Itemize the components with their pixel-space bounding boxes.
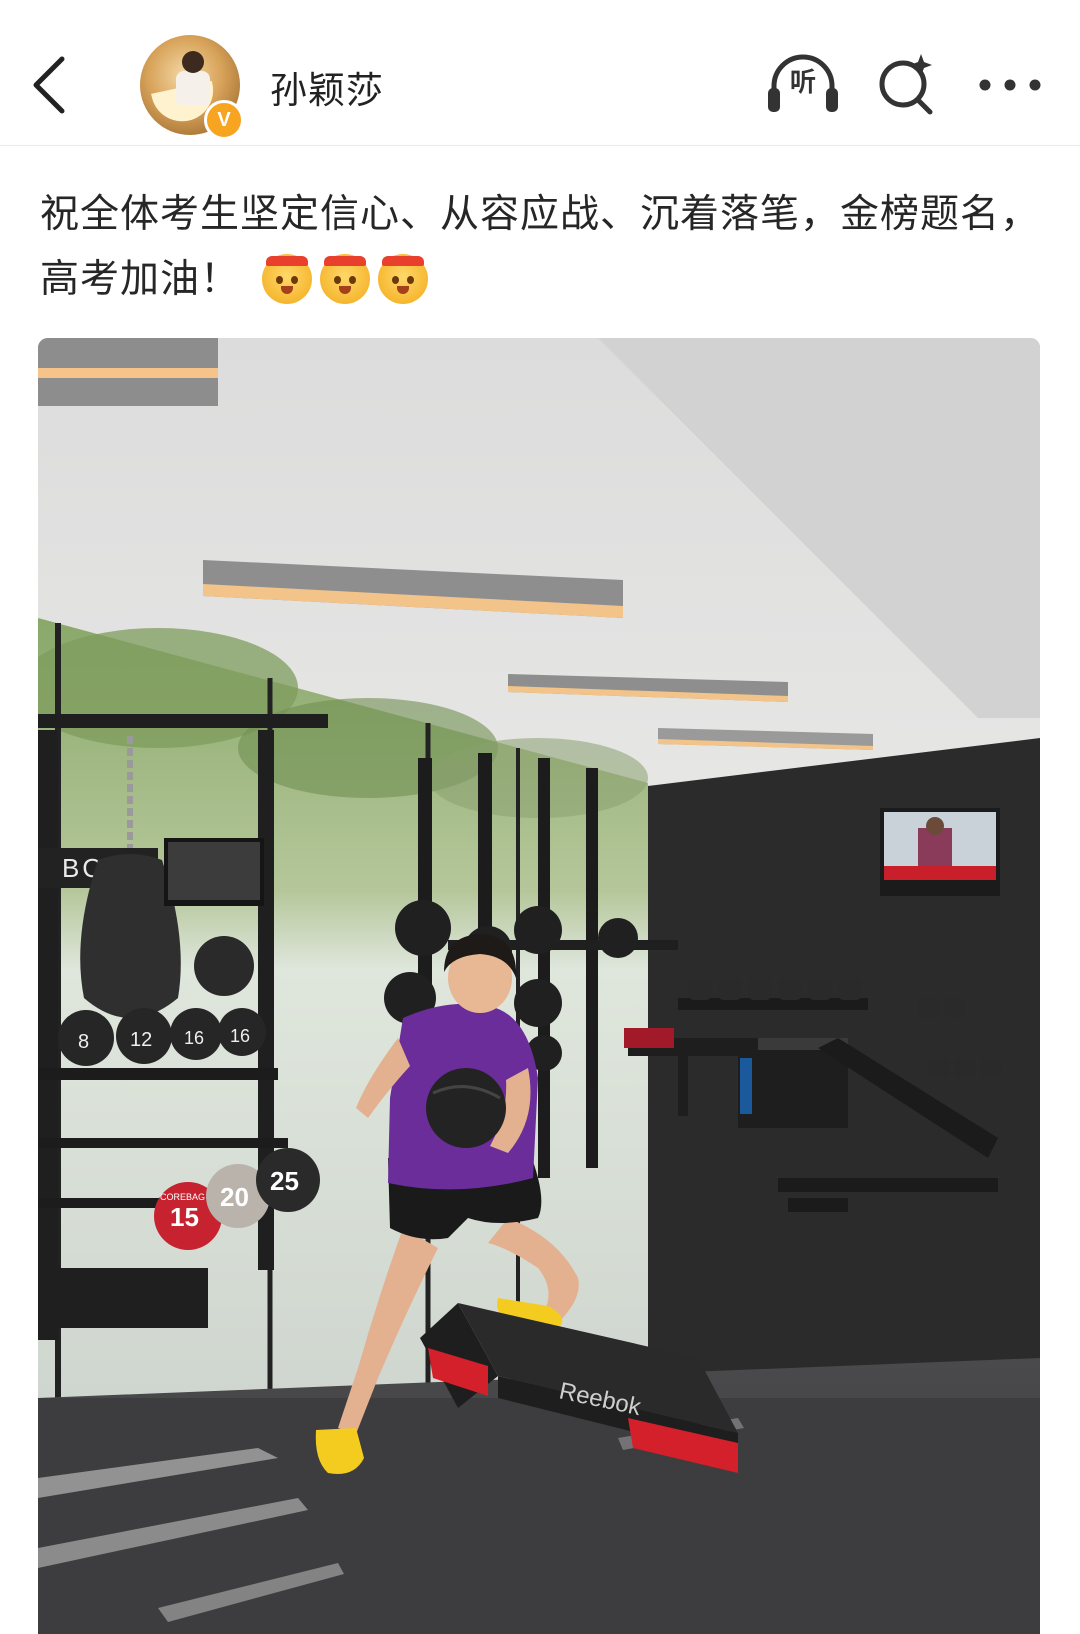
top-bar: V 孙颖莎 听 [0,0,1080,146]
svg-text:12: 12 [130,1029,152,1051]
plate-brand: COREBAG [160,1192,205,1202]
gym-photo-illustration: BOXR 8 12 16 16 15 20 25 COREBAG [38,338,1040,1634]
search-button[interactable] [872,48,944,120]
post-body: 祝全体考生坚定信心、从容应战、沉着落笔，金榜题名，高考加油！ [40,192,1041,302]
cheer-headband-emoji-icon [378,254,429,304]
username[interactable]: 孙颖莎 [270,60,384,114]
more-dots-icon [979,79,1041,91]
listen-button[interactable]: 听 [764,48,842,118]
post-photo[interactable]: BOXR 8 12 16 16 15 20 25 COREBAG [38,338,1040,1634]
plate-15: 15 [170,1202,199,1232]
plate-25: 25 [270,1166,299,1196]
svg-text:16: 16 [230,1026,250,1046]
more-button[interactable] [975,60,1045,110]
svg-text:16: 16 [184,1028,204,1048]
post-text: 祝全体考生坚定信心、从容应战、沉着落笔，金榜题名，高考加油！ [40,182,1040,324]
emoji-row [262,254,436,324]
back-button[interactable] [22,45,82,125]
search-sparkle-icon [879,54,933,115]
listen-label: 听 [789,68,816,98]
plate-20: 20 [220,1182,249,1212]
verified-badge: V [204,100,244,140]
cheer-headband-emoji-icon [262,254,313,304]
svg-text:8: 8 [78,1031,89,1053]
cheer-headband-emoji-icon [320,254,371,304]
back-arrow-icon [33,56,65,114]
